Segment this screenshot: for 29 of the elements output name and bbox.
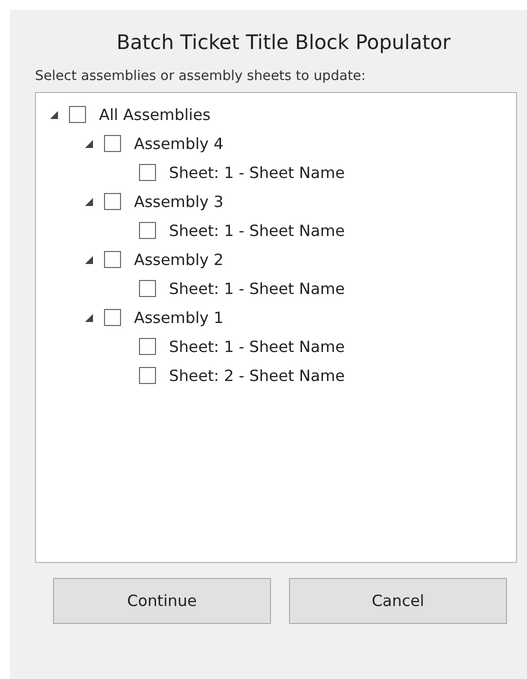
- dialog-title: Batch Ticket Title Block Populator: [115, 30, 452, 56]
- checkbox[interactable]: [139, 280, 156, 297]
- checkbox[interactable]: [69, 106, 86, 123]
- collapse-arrow-icon[interactable]: [85, 256, 93, 264]
- checkbox[interactable]: [139, 367, 156, 384]
- collapse-arrow-icon[interactable]: [85, 198, 93, 206]
- tree-item-label[interactable]: Sheet: 1 - Sheet Name: [169, 164, 345, 182]
- checkbox[interactable]: [104, 309, 121, 326]
- collapse-arrow-icon[interactable]: [85, 314, 93, 322]
- checkbox[interactable]: [139, 164, 156, 181]
- tree-item-label[interactable]: Assembly 2: [134, 250, 224, 268]
- tree-item-label[interactable]: Assembly 4: [134, 134, 224, 152]
- checkbox[interactable]: [104, 193, 121, 210]
- collapse-arrow-icon[interactable]: [85, 140, 93, 148]
- checkbox[interactable]: [139, 338, 156, 355]
- collapse-arrow-icon[interactable]: [50, 110, 58, 118]
- dialog-button[interactable]: Cancel: [289, 578, 507, 624]
- instruction-text: Select assemblies or assembly sheets to update:: [34, 68, 367, 86]
- tree-item-label[interactable]: All Assemblies: [99, 106, 211, 124]
- tree-item-label[interactable]: Sheet: 1 - Sheet Name: [169, 280, 345, 298]
- tree-item-label[interactable]: Sheet: 2 - Sheet Name: [169, 366, 345, 384]
- checkbox[interactable]: [139, 222, 156, 239]
- tree-item-label[interactable]: Sheet: 1 - Sheet Name: [169, 222, 345, 240]
- tree-item-label[interactable]: Sheet: 1 - Sheet Name: [169, 338, 345, 356]
- tree-item-label[interactable]: Assembly 3: [134, 192, 224, 210]
- checkbox[interactable]: [104, 135, 121, 152]
- dialog-button[interactable]: Continue: [53, 578, 271, 624]
- checkbox[interactable]: [104, 251, 121, 268]
- tree-item-label[interactable]: Assembly 1: [134, 308, 224, 326]
